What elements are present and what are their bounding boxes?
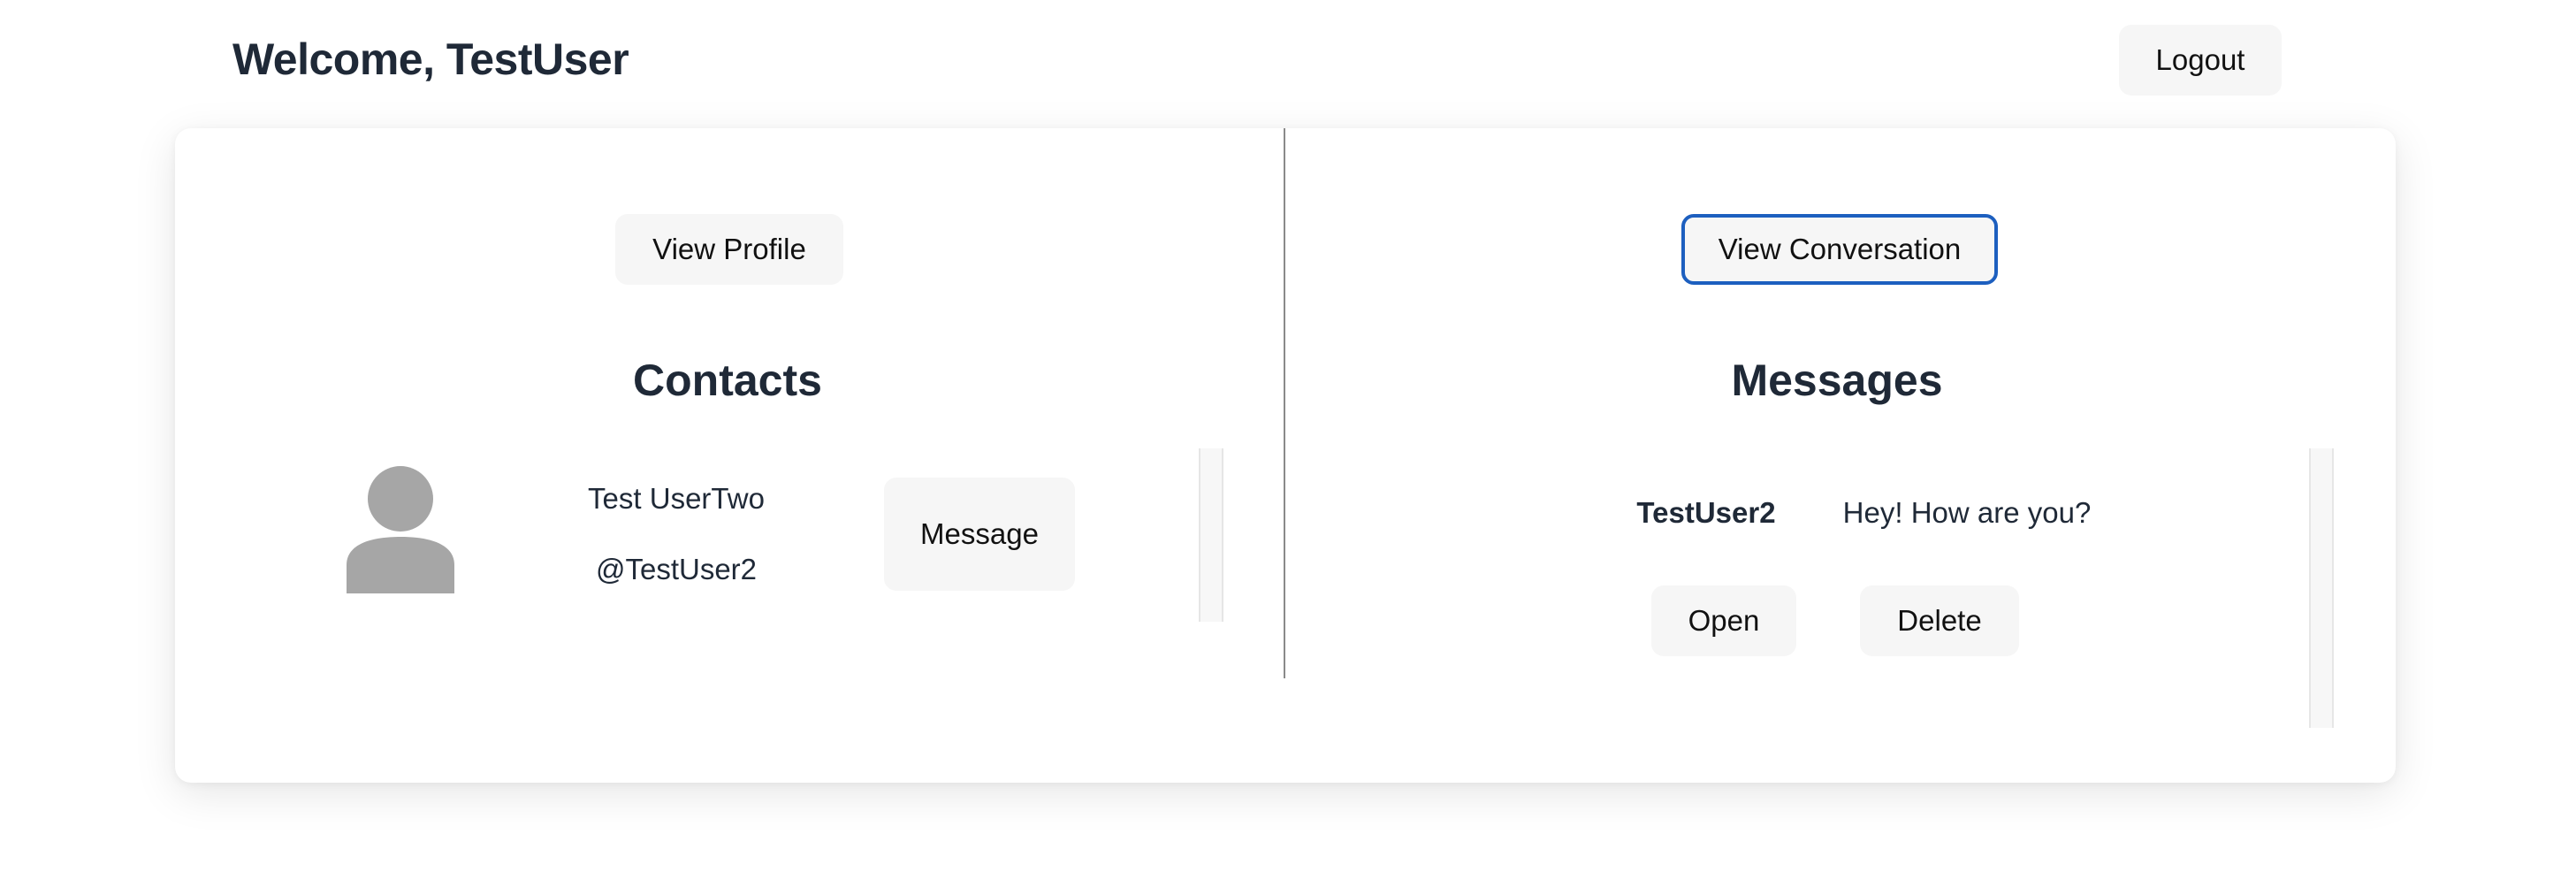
contacts-scrollbar[interactable] (1199, 448, 1223, 622)
contacts-title: Contacts (633, 356, 822, 405)
message-contact-button[interactable]: Message (884, 478, 1075, 591)
user-silhouette-icon (347, 466, 454, 593)
message-preview: Hey! How are you? (1842, 496, 2092, 529)
messages-title: Messages (1731, 356, 1943, 405)
top-bar: Welcome, TestUser Logout (0, 0, 2576, 124)
delete-message-button[interactable]: Delete (1860, 585, 2019, 656)
contact-handle: @TestUser2 (595, 553, 758, 585)
view-profile-button[interactable]: View Profile (615, 214, 843, 285)
message-sender: TestUser2 (1636, 496, 1776, 529)
logout-button[interactable]: Logout (2119, 25, 2282, 96)
view-conversation-button[interactable]: View Conversation (1681, 214, 1998, 285)
open-message-button[interactable]: Open (1651, 585, 1796, 656)
welcome-heading: Welcome, TestUser (232, 34, 629, 84)
dashboard-card: View Profile Contacts Test UserTwo @Test… (175, 128, 2396, 783)
contact-name: Test UserTwo (588, 482, 765, 515)
messages-scrollbar[interactable] (2309, 448, 2334, 728)
panel-divider (1284, 128, 1285, 678)
